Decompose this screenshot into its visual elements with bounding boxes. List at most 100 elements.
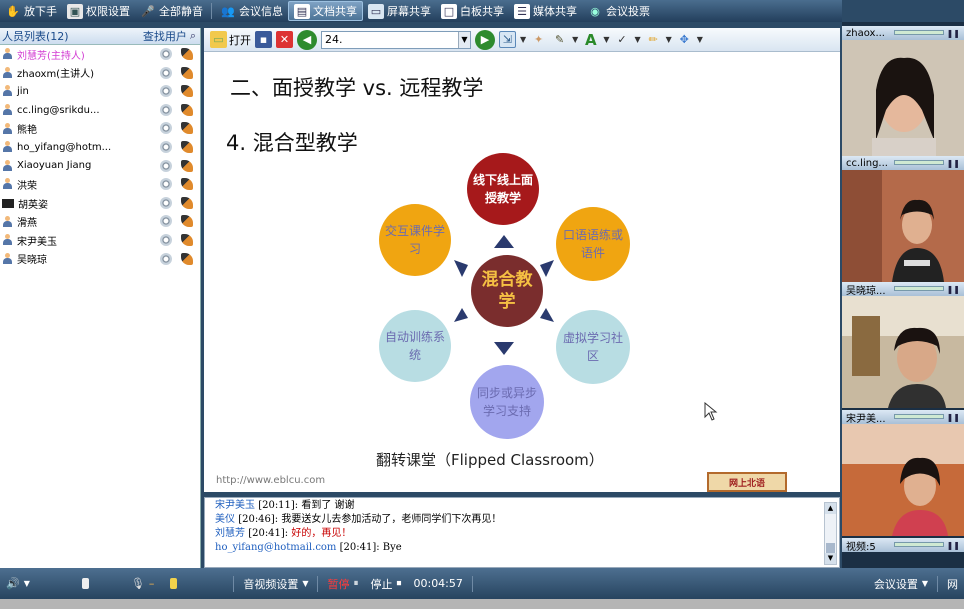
video-1[interactable] (842, 40, 964, 156)
chat-sender[interactable]: 宋尹美玉 (215, 500, 255, 511)
camera-icon[interactable] (160, 140, 172, 153)
previous-page-button[interactable]: ◀ (297, 29, 317, 50)
pause-icon[interactable]: ❚❚ (947, 413, 960, 422)
video-4[interactable] (842, 424, 964, 536)
move-dropdown-icon[interactable]: ▼ (697, 35, 703, 44)
meeting-settings-button[interactable]: 会议设置 ▼ (868, 576, 934, 592)
chat-sender[interactable]: 美仪 (215, 514, 235, 525)
user-row[interactable]: 洪荣 (0, 175, 200, 194)
network-button[interactable]: 网 (941, 576, 964, 592)
camera-icon[interactable] (160, 215, 172, 228)
slider-thumb[interactable] (81, 578, 89, 589)
video-2[interactable] (842, 170, 964, 282)
check-dropdown-icon[interactable]: ▼ (634, 35, 640, 44)
node-virtual-community: 虚拟学习社区 (556, 310, 630, 384)
microphone-icon[interactable] (181, 122, 193, 135)
scroll-down-icon[interactable]: ▼ (825, 553, 836, 564)
camera-icon[interactable] (160, 48, 172, 60)
camera-icon[interactable] (160, 233, 172, 246)
mic-control[interactable]: 🎙 – (125, 577, 183, 590)
volume-slider[interactable] (76, 578, 95, 589)
document-share-button[interactable]: ▤ 文档共享 (288, 1, 363, 21)
user-row[interactable]: 宋尹美玉 (0, 231, 200, 250)
pause-icon[interactable]: ❚❚ (947, 285, 960, 294)
user-row[interactable]: 刘慧芳(主持人) (0, 45, 200, 64)
camera-icon[interactable] (160, 103, 172, 116)
text-dropdown-icon[interactable]: ▼ (603, 35, 609, 44)
slide-canvas[interactable]: 二、面授教学 vs. 远程教学 4. 混合型教学 线下线上面授教学 口语语练或语… (204, 52, 796, 492)
vote-button[interactable]: ◉ 会议投票 (582, 1, 655, 21)
open-button[interactable]: ▭ 打开 (210, 31, 251, 49)
node-center-blended: 混合教学 (471, 255, 543, 327)
chat-scrollbar[interactable]: ▲ ▼ (824, 502, 837, 565)
microphone-icon[interactable] (181, 103, 193, 116)
microphone-icon[interactable] (181, 140, 193, 153)
chat-sender[interactable]: 刘慧芳 (215, 528, 245, 539)
move-icon[interactable]: ✥ (676, 31, 693, 48)
camera-icon[interactable] (160, 122, 172, 135)
camera-icon[interactable] (160, 66, 172, 79)
save-icon[interactable]: ▪ (255, 31, 272, 48)
microphone-icon[interactable] (181, 233, 193, 246)
camera-icon[interactable] (160, 178, 172, 191)
mic-slider-thumb[interactable] (170, 578, 178, 589)
page-select[interactable]: 24. ▼ (321, 30, 471, 49)
highlighter-dropdown-icon[interactable]: ▼ (666, 35, 672, 44)
microphone-icon[interactable] (181, 159, 193, 172)
user-row[interactable]: cc.ling@srikdu... (0, 101, 200, 120)
fit-page-icon[interactable]: ⇲ (499, 31, 516, 48)
user-row[interactable]: 吴晓琼 (0, 250, 200, 269)
meeting-info-button[interactable]: 👥 会议信息 (215, 1, 288, 21)
microphone-icon[interactable] (181, 66, 193, 79)
permission-settings-button[interactable]: ▣ 权限设置 (62, 1, 135, 21)
raise-hand-label: 放下手 (24, 5, 57, 18)
open-label: 打开 (229, 33, 251, 47)
pause-label: 暂停 (327, 577, 350, 591)
speaker-control[interactable]: 🔊 ▼ (0, 577, 36, 590)
highlighter-icon[interactable]: ✏ (645, 31, 662, 48)
mute-all-button[interactable]: 🎤 全部静音 (135, 1, 208, 21)
screen-share-label: 屏幕共享 (387, 5, 431, 18)
microphone-icon[interactable] (181, 178, 193, 191)
brush-icon[interactable]: ✎ (551, 31, 568, 48)
camera-icon[interactable] (160, 196, 172, 209)
brush-dropdown-icon[interactable]: ▼ (572, 35, 578, 44)
user-row[interactable]: zhaoxm(主讲人) (0, 64, 200, 83)
close-icon[interactable]: ✕ (276, 31, 293, 48)
microphone-icon[interactable] (181, 196, 193, 209)
stop-button[interactable]: 停止 ⏹ (364, 576, 407, 592)
microphone-icon[interactable] (181, 85, 193, 98)
camera-icon[interactable] (160, 159, 172, 172)
check-mark-icon[interactable]: ✓ (613, 31, 630, 48)
pause-icon[interactable]: ❚❚ (947, 159, 960, 168)
camera-icon[interactable] (160, 252, 172, 265)
chat-sender[interactable]: ho_yifang@hotmail.com (215, 542, 336, 553)
whiteboard-share-button[interactable]: □ 白板共享 (436, 1, 509, 21)
pause-icon[interactable]: ❚❚ (947, 29, 960, 38)
find-user-button[interactable]: 查找用户 ⌕ (143, 28, 196, 44)
user-row[interactable]: 熊艳 (0, 119, 200, 138)
camera-icon[interactable] (160, 85, 172, 98)
user-row[interactable]: ho_yifang@hotm... (0, 138, 200, 157)
microphone-icon[interactable] (181, 252, 193, 265)
user-row[interactable]: Xiaoyuan Jiang (0, 157, 200, 176)
text-tool-icon[interactable]: A (582, 31, 599, 49)
scroll-up-icon[interactable]: ▲ (825, 503, 836, 514)
pause-icon[interactable]: ❚❚ (947, 541, 960, 550)
media-share-button[interactable]: ☰ 媒体共享 (509, 1, 582, 21)
video-3[interactable] (842, 296, 964, 408)
screen-share-button[interactable]: ▭ 屏幕共享 (363, 1, 436, 21)
raise-hand-button[interactable]: ✋ 放下手 (0, 1, 62, 21)
user-row[interactable]: jin (0, 82, 200, 101)
pointer-wand-icon[interactable]: ✦ (530, 31, 547, 48)
user-row[interactable]: 胡英姿 (0, 194, 200, 213)
user-row[interactable]: 滑燕 (0, 212, 200, 231)
microphone-icon[interactable] (181, 48, 193, 60)
scroll-thumb[interactable] (826, 543, 835, 553)
av-settings-button[interactable]: 音视频设置 ▼ (237, 576, 314, 592)
fit-dropdown-icon[interactable]: ▼ (520, 35, 526, 44)
user-name: jin (17, 85, 29, 97)
microphone-icon[interactable] (181, 215, 193, 228)
pause-button[interactable]: 暂停 ⏸ (321, 576, 364, 592)
next-page-button[interactable]: ▶ (475, 29, 495, 50)
